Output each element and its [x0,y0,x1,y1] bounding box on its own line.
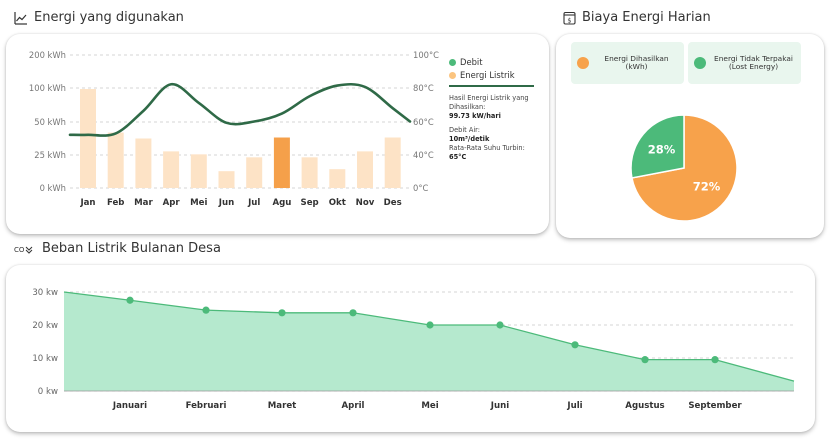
x-tick-label: Jun [218,198,234,208]
tidak-terpakai-swatch [694,57,706,69]
bar-nov [357,151,373,188]
x-tick-label: Agustus [625,401,664,411]
x-tick-label: Februari [186,401,227,411]
x-tick-label: Januari [112,401,147,411]
energi-title: Energi yang digunakan [34,10,184,25]
legend-energi-tidak-terpakai: Energi Tidak Terpakai (Lost Energy) [688,42,801,84]
legend-energi-dihasilkan: Energi Dihasilkan (kWh) [571,42,684,84]
legend-debit: Debit [449,57,544,67]
invoice-icon: $ [563,11,576,25]
x-tick-label: Nov [356,198,375,208]
beban-point [496,321,504,329]
pie-value-label: 28% [648,142,676,156]
bar-jan [80,89,96,188]
beban-point [641,356,649,364]
suhu-value: 65°C [449,153,467,161]
beban-area [64,292,794,391]
beban-point [711,356,719,364]
x-tick-label: Mar [134,198,153,208]
x-tick-label: Maret [268,401,297,411]
y-tick: 20 kw [32,321,58,331]
legend-divider [449,85,534,87]
bar-mei [190,154,207,188]
svg-text:CO: CO [14,246,25,254]
energi-legend: Debit Energi Listrik Hasil Energi Listri… [449,57,544,162]
x-tick-label: September [688,401,742,411]
x-tick-label: Jul [247,198,260,208]
beban-section-title: CO Beban Listrik Bulanan Desa [14,241,221,256]
dihasilkan-swatch [577,57,589,69]
x-tick-label: Feb [107,198,125,208]
y-tick: 10 kw [32,354,58,364]
y-tick: 30 kw [32,288,58,298]
bar-sep [301,157,318,188]
y-tick-right: 40°C [413,150,434,160]
y-tick-right: 100°C [413,50,439,60]
hasil-value: 99.73 kW/hari [449,112,501,120]
x-tick-label: April [342,401,365,411]
suhu-label: Rata-Rata Suhu Turbin: [449,144,525,152]
pie-value-label: 72% [693,180,721,194]
bar-apr [163,151,180,188]
x-tick-label: Mei [190,198,207,208]
x-tick-label: Okt [329,198,346,208]
svg-text:$: $ [567,16,571,24]
debit-swatch [449,58,456,66]
bar-mar [135,138,152,188]
y-tick-right: 80°C [413,83,434,93]
x-tick-label: Des [384,198,402,208]
bar-okt [329,169,346,188]
y-tick-right: 60°C [413,117,434,127]
legend-energi-listrik: Energi Listrik [449,70,544,80]
beban-point [426,321,434,329]
biaya-title: Biaya Energi Harian [582,10,711,25]
y-tick-left: 200 kWh [29,50,66,60]
energi-info: Hasil Energi Listrik yang Dihasilkan: 99… [449,94,544,162]
line-chart-icon [14,11,27,25]
y-tick-left: 25 kWh [34,150,66,160]
bar-jul [246,157,263,188]
debit-air-label: Debit Air: [449,126,480,134]
energi-chart: 0 kWh 25 kWh 50 kWh 100 kWh 200 kWh 0°C 40°C 60… [29,50,439,208]
energi-section-title: Energi yang digunakan [14,10,184,25]
energi-listrik-swatch [449,71,456,79]
beban-point [349,309,357,317]
biaya-section-title: $ Biaya Energi Harian [563,10,711,25]
debit-line [68,82,412,137]
y-tick-left: 0 kWh [40,183,66,193]
x-tick-label: Jan [79,198,95,208]
y-tick-left: 50 kWh [34,117,66,127]
bar-feb [107,132,124,188]
bar-des [384,137,401,188]
x-tick-label: Agu [272,198,291,208]
bar-jun [218,171,235,188]
bar-agu [273,137,290,188]
legend-debit-label: Debit [460,57,483,67]
beban-title: Beban Listrik Bulanan Desa [42,241,221,256]
hasil-label: Hasil Energi Listrik yang Dihasilkan: [449,94,529,111]
y-tick-right: 0°C [413,183,429,193]
legend-energi-listrik-label: Energi Listrik [460,70,515,80]
beban-point [278,309,286,317]
beban-chart-card: 0 kw 10 kw 20 kw 30 kw Januari Februari Maret A… [6,265,815,432]
x-tick-label: Sep [301,198,319,208]
legend-tidak-terpakai-label: Energi Tidak Terpakai (Lost Energy) [714,53,793,71]
x-tick-label: Juli [566,401,582,411]
beban-area-chart: 0 kw 10 kw 20 kw 30 kw Januari Februari Maret A… [32,288,795,411]
beban-point [202,306,210,314]
x-tick-label: Apr [163,198,181,208]
y-tick-left: 100 kWh [29,83,66,93]
debit-air-value: 10m³/detik [449,135,490,143]
beban-point [571,341,579,349]
biaya-chart-card: Energi Dihasilkan (kWh) Energi Tidak Ter… [556,34,824,238]
x-tick-label: Mei [421,401,438,411]
x-tick-label: Juni [490,401,509,411]
carbon-icon: CO [14,246,33,254]
y-tick: 0 kw [38,387,58,397]
beban-point [126,296,134,304]
legend-dihasilkan-label: Energi Dihasilkan (kWh) [604,53,669,71]
energi-chart-card: 0 kWh 25 kWh 50 kWh 100 kWh 200 kWh 0°C 40°C 60… [6,34,549,234]
